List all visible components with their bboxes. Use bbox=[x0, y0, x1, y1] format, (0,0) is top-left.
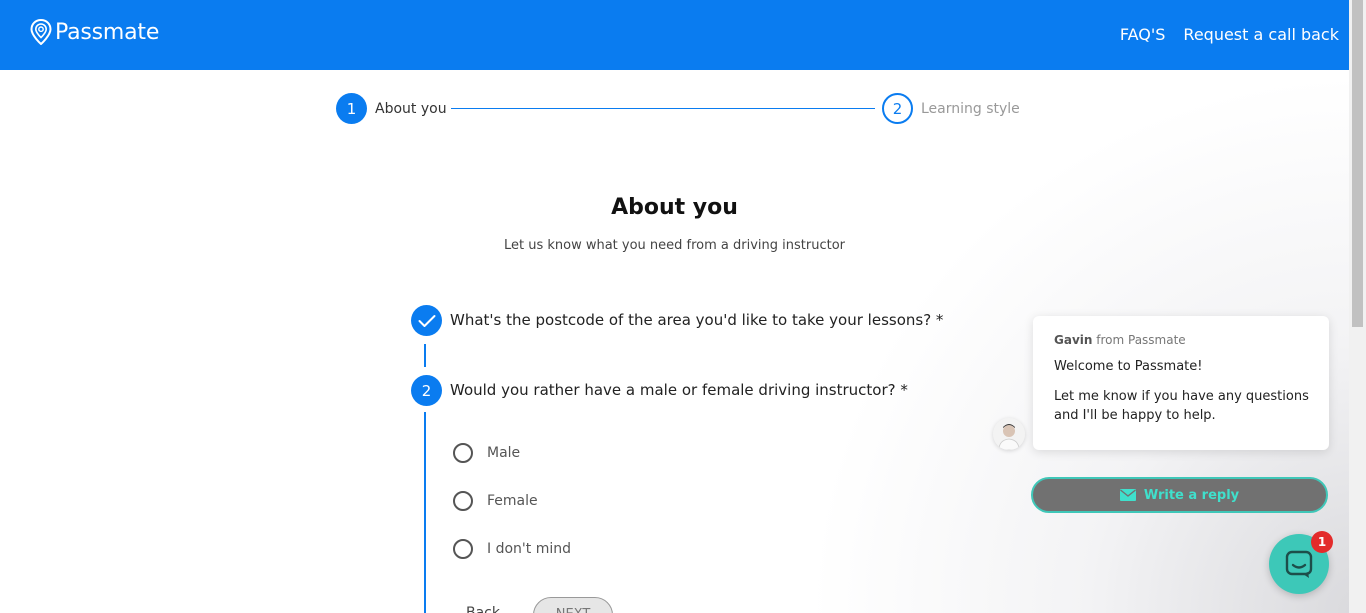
radio-option-female[interactable]: Female bbox=[453, 491, 538, 511]
page-title: About you bbox=[611, 195, 738, 220]
envelope-icon bbox=[1119, 489, 1136, 501]
page-scrollbar[interactable] bbox=[1349, 0, 1366, 613]
checkmark-icon bbox=[418, 314, 435, 327]
chat-agent-name: Gavin bbox=[1054, 333, 1093, 347]
radio-button[interactable] bbox=[453, 491, 473, 511]
question-2-text: Would you rather have a male or female d… bbox=[450, 381, 908, 399]
avatar bbox=[993, 418, 1025, 450]
radio-label: Female bbox=[487, 493, 538, 509]
question-2-number-badge: 2 bbox=[411, 375, 442, 406]
unread-count-badge: 1 bbox=[1311, 531, 1333, 553]
page-subtitle: Let us know what you need from a driving… bbox=[503, 238, 846, 253]
logo[interactable]: Passmate bbox=[30, 19, 159, 45]
step-2-indicator: 2 bbox=[882, 93, 913, 124]
chat-body-text: Let me know if you have any questions an… bbox=[1054, 389, 1309, 423]
location-pin-icon bbox=[30, 19, 52, 45]
top-header: Passmate FAQ'S Request a call back bbox=[0, 0, 1366, 70]
question-connector bbox=[424, 412, 426, 613]
scrollbar-thumb[interactable] bbox=[1352, 0, 1363, 327]
back-link[interactable]: Back bbox=[466, 605, 500, 613]
step-2-label: Learning style bbox=[921, 101, 1020, 117]
header-nav: FAQ'S Request a call back bbox=[1120, 25, 1339, 44]
logo-text: Passmate bbox=[55, 19, 160, 45]
chat-sender: Gavin from Passmate bbox=[1054, 333, 1186, 347]
request-callback-link[interactable]: Request a call back bbox=[1183, 25, 1339, 44]
next-button[interactable]: NEXT bbox=[533, 597, 613, 613]
stepper-connector bbox=[451, 108, 875, 109]
step-1-indicator: 1 bbox=[336, 93, 367, 124]
question-1-text[interactable]: What's the postcode of the area you'd li… bbox=[450, 311, 943, 329]
radio-label: Male bbox=[487, 445, 521, 461]
radio-option-dont-mind[interactable]: I don't mind bbox=[453, 539, 571, 559]
write-reply-label: Write a reply bbox=[1143, 487, 1240, 503]
radio-label: I don't mind bbox=[487, 541, 571, 557]
radio-option-male[interactable]: Male bbox=[453, 443, 520, 463]
faq-link[interactable]: FAQ'S bbox=[1120, 25, 1166, 44]
step-1-label: About you bbox=[375, 101, 447, 117]
radio-button[interactable] bbox=[453, 443, 473, 463]
chat-message-card[interactable]: Gavin from Passmate Welcome to Passmate!… bbox=[1033, 316, 1329, 450]
question-1-complete-badge[interactable] bbox=[411, 305, 442, 336]
chat-welcome-text: Welcome to Passmate! bbox=[1054, 359, 1203, 374]
write-reply-button[interactable]: Write a reply bbox=[1031, 477, 1328, 513]
chat-bubble-icon bbox=[1285, 550, 1313, 578]
question-connector bbox=[424, 344, 426, 367]
agent-avatar-icon bbox=[993, 418, 1025, 450]
radio-button[interactable] bbox=[453, 539, 473, 559]
chat-from-text: from Passmate bbox=[1096, 333, 1186, 347]
